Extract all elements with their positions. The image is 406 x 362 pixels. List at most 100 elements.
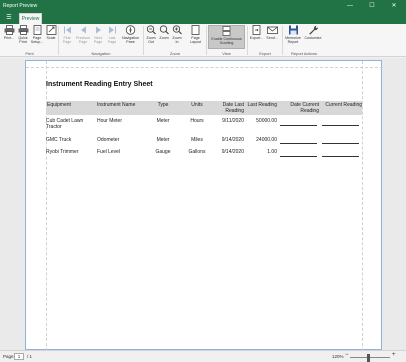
ribbon-tab-row: ☰ Preview xyxy=(0,12,406,24)
page-label: Page: xyxy=(3,354,15,359)
date-current-reading-entry-line xyxy=(280,143,317,144)
window-title: Report Preview xyxy=(3,3,38,9)
cell-date-last-reading: 9/14/2020 xyxy=(221,137,244,143)
group-zoom-label: Zoom xyxy=(169,51,181,56)
continuous-scroll-icon xyxy=(222,26,231,36)
current-reading-entry-line xyxy=(322,143,359,144)
group-separator xyxy=(282,26,283,55)
zoom-level: 120% xyxy=(332,354,344,359)
zoom-out-icon xyxy=(146,25,156,35)
cell-type: Meter xyxy=(156,137,170,143)
first-page-label: First Page xyxy=(62,36,72,44)
last-page-label: Last Page xyxy=(107,36,117,44)
customize-label: Customize xyxy=(304,36,322,40)
zoom-in-icon xyxy=(172,25,182,35)
compass-icon xyxy=(125,25,136,35)
enable-continuous-scrolling-button[interactable]: Enable Continuous Scrolling xyxy=(208,25,245,49)
quick-print-button[interactable]: Quick Print xyxy=(16,25,30,49)
tab-preview[interactable]: Preview xyxy=(19,13,42,24)
first-page-icon xyxy=(63,26,71,34)
navigation-pane-button[interactable]: Navigation Pane xyxy=(120,25,141,49)
page-layout-button[interactable]: Page Layout xyxy=(187,25,204,49)
cell-equipment: Ryobi Trimmer xyxy=(46,149,79,155)
zoom-slider[interactable] xyxy=(350,353,390,362)
column-header: Units xyxy=(191,102,203,108)
zoom-slider-thumb[interactable] xyxy=(366,353,370,362)
cell-date-last-reading: 9/14/2020 xyxy=(221,149,244,155)
save-disk-icon xyxy=(288,25,298,35)
zoom-in-button[interactable]: Zoom In xyxy=(171,25,183,49)
zoom-out-button[interactable]: Zoom Out xyxy=(145,25,157,49)
wrench-icon xyxy=(308,25,318,35)
next-page-label: Next Page xyxy=(93,36,103,44)
cell-instrument: Odometer xyxy=(97,137,120,143)
column-header: Current Reading xyxy=(325,102,362,108)
cell-instrument: Fuel Level xyxy=(97,149,121,155)
close-button[interactable]: ✕ xyxy=(386,0,402,12)
zoom-button[interactable]: Zoom xyxy=(158,25,170,49)
margin-guide xyxy=(26,67,383,68)
column-header: Date Last Reading xyxy=(222,102,244,114)
previous-page-icon xyxy=(80,26,86,34)
next-page-button[interactable]: Next Page xyxy=(91,25,105,49)
hamburger-menu-icon[interactable]: ☰ xyxy=(2,13,16,23)
report-title: Instrument Reading Entry Sheet xyxy=(46,81,153,88)
send-label: Send... xyxy=(266,36,278,40)
column-header: Equipment xyxy=(47,102,71,108)
zoom-icon xyxy=(159,25,169,35)
export-label: Export... xyxy=(249,36,264,40)
export-button[interactable]: Export... xyxy=(249,25,264,49)
scale-button[interactable]: Scale xyxy=(45,25,57,49)
preview-area[interactable]: Instrument Reading Entry Sheet Equipment… xyxy=(0,58,406,351)
cell-type: Gauge xyxy=(155,149,171,155)
column-header: Instrument Name xyxy=(97,102,136,108)
margin-guide xyxy=(362,61,363,351)
cell-last-reading: 1.00 xyxy=(267,149,277,155)
page-layout-icon xyxy=(191,25,200,35)
export-icon xyxy=(252,25,261,35)
zoom-minus-button[interactable]: − xyxy=(345,352,349,358)
print-button[interactable]: Print... xyxy=(2,25,16,49)
last-page-button[interactable]: Last Page xyxy=(105,25,119,49)
zoom-label: Zoom xyxy=(159,36,169,40)
cell-units: Miles xyxy=(191,137,203,143)
column-header: Type xyxy=(157,102,169,108)
group-report-actions-label: Report Actions xyxy=(290,51,317,56)
cell-type: Meter xyxy=(156,118,170,124)
printer-icon xyxy=(4,25,14,35)
print-label: Print... xyxy=(3,36,15,40)
first-page-button[interactable]: First Page xyxy=(60,25,74,49)
cell-last-reading: 50000.00 xyxy=(256,118,277,124)
title-bar: Report Preview — ☐ ✕ xyxy=(0,0,406,12)
zoom-in-label: Zoom In xyxy=(172,36,182,44)
scale-icon xyxy=(46,25,56,35)
page-layout-label: Page Layout xyxy=(190,36,201,44)
navigation-pane-label: Navigation Pane xyxy=(122,36,139,44)
cell-equipment: Cub Cadet Lawn Tractor xyxy=(46,118,84,130)
group-navigation-label: Navigation xyxy=(91,51,111,56)
cell-equipment: GMC Truck xyxy=(46,137,72,143)
maximize-button[interactable]: ☐ xyxy=(364,0,380,12)
cell-date-last-reading: 9/11/2020 xyxy=(222,118,244,124)
page-setup-button[interactable]: Page Setup... xyxy=(30,25,44,49)
cell-units: Hours xyxy=(190,118,204,124)
customize-button[interactable]: Customize xyxy=(303,25,323,49)
group-export-label: Export xyxy=(259,51,271,56)
page-number-input[interactable]: 1 xyxy=(14,353,24,360)
scale-label: Scale xyxy=(46,36,56,40)
date-current-reading-entry-line xyxy=(280,156,317,157)
quick-print-icon xyxy=(18,25,28,35)
page-count: / 1 xyxy=(27,354,33,359)
minimize-button[interactable]: — xyxy=(342,0,358,12)
memorize-report-button[interactable]: Memorize Report xyxy=(284,25,302,49)
previous-page-button[interactable]: Previous Page xyxy=(75,25,91,49)
cell-last-reading: 24000.00 xyxy=(256,137,277,143)
send-button[interactable]: Send... xyxy=(265,25,279,49)
zoom-plus-button[interactable]: + xyxy=(392,352,396,358)
column-header: Date Current Reading xyxy=(290,102,319,114)
ribbon: Print... Quick Print Page Setup... Scale… xyxy=(0,24,406,57)
page-setup-icon xyxy=(33,25,41,35)
page-setup-label: Page Setup... xyxy=(30,36,44,44)
envelope-icon xyxy=(266,26,278,34)
quick-print-label: Quick Print xyxy=(18,36,28,44)
